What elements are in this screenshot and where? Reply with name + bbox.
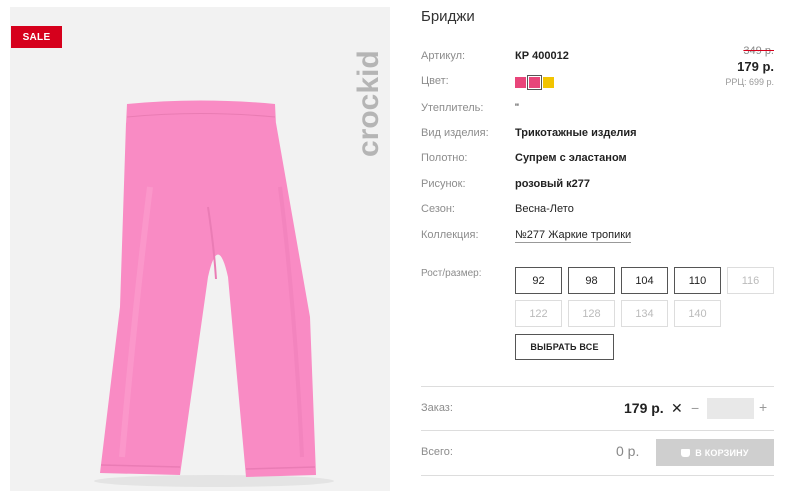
divider (421, 430, 774, 431)
product-photo (94, 100, 334, 487)
divider (421, 386, 774, 387)
collection-link[interactable]: №277 Жаркие тропики (515, 229, 632, 243)
order-label: Заказ: (421, 402, 453, 414)
spec-label: Рисунок: (421, 178, 466, 190)
spec-label: Вид изделия: (421, 127, 489, 139)
color-swatch[interactable] (515, 77, 526, 88)
size-option-unavailable: 140 (674, 300, 721, 327)
spec-label: Сезон: (421, 203, 455, 215)
recommended-price: РРЦ: 699 р. (725, 77, 774, 87)
size-option-unavailable: 116 (727, 267, 774, 294)
select-all-sizes-button[interactable]: ВЫБРАТЬ ВСЕ (515, 334, 614, 360)
size-option[interactable]: 98 (568, 267, 615, 294)
color-swatch-selected[interactable] (527, 75, 542, 90)
quantity-input[interactable] (707, 398, 754, 419)
total-label: Всего: (421, 446, 453, 458)
spec-value: Весна-Лето (515, 203, 574, 215)
divider (421, 475, 774, 476)
spec-label: Полотно: (421, 152, 468, 164)
size-option-unavailable: 134 (621, 300, 668, 327)
total-value: 0 р. (616, 443, 640, 459)
increase-quantity-button[interactable]: + (759, 399, 767, 415)
add-to-cart-button[interactable]: В КОРЗИНУ (656, 439, 774, 466)
order-unit-price: 179 р. (624, 400, 664, 416)
product-title: Бриджи (421, 8, 475, 25)
spec-value: Трикотажные изделия (515, 127, 637, 139)
cart-icon (681, 448, 691, 457)
add-to-cart-label: В КОРЗИНУ (695, 447, 749, 458)
spec-value: розовый к277 (515, 178, 591, 190)
color-swatch[interactable] (543, 77, 554, 88)
spec-label: Артикул: (421, 50, 466, 62)
spec-value: " (515, 102, 519, 114)
spec-value: Супрем с эластаном (515, 152, 627, 164)
old-price: 349 р. (743, 45, 774, 57)
size-option-unavailable: 128 (568, 300, 615, 327)
spec-label: Цвет: (421, 75, 449, 87)
size-option[interactable]: 104 (621, 267, 668, 294)
spec-value: КР 400012 (515, 50, 569, 62)
sizes-label: Рост/размер: (421, 268, 482, 279)
multiply-icon: ✕ (671, 400, 683, 416)
decrease-quantity-button[interactable]: − (691, 400, 699, 416)
spec-label: Коллекция: (421, 229, 479, 241)
product-info: Бриджи 349 р. 179 р. РРЦ: 699 р. Артикул… (421, 0, 776, 491)
spec-label: Утеплитель: (421, 102, 484, 114)
product-image-panel: SALE crockid (10, 7, 390, 491)
size-option[interactable]: 92 (515, 267, 562, 294)
size-option-unavailable: 122 (515, 300, 562, 327)
color-swatches (515, 75, 554, 90)
current-price: 179 р. (737, 59, 774, 74)
size-option[interactable]: 110 (674, 267, 721, 294)
